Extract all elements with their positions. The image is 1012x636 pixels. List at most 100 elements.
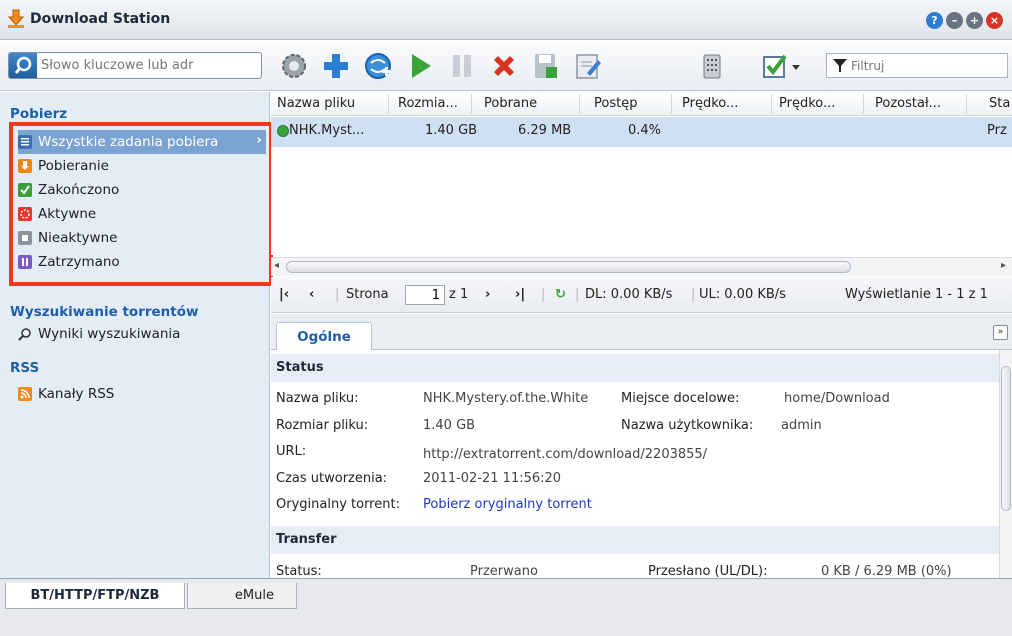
minimize-icon[interactable]: –: [946, 12, 963, 29]
sidebar-item-search-results[interactable]: Wyniki wyszukiwania: [18, 322, 266, 346]
user-label: Nazwa użytkownika:: [621, 418, 754, 433]
display-count: Wyświetlanie 1 - 1 z 1: [845, 287, 988, 302]
table-row[interactable]: NHK.Myst... 1.40 GB 6.29 MB 0.4% Prz: [271, 117, 1012, 147]
scroll-right-icon[interactable]: ▸: [1001, 260, 1006, 271]
vertical-scrollbar[interactable]: [999, 350, 1012, 578]
file-size-label: Rozmiar pliku:: [276, 418, 369, 433]
last-page-icon[interactable]: ›|: [515, 287, 525, 302]
column-header-status[interactable]: Sta: [989, 96, 1010, 111]
sidebar-item-label: Wyniki wyszukiwania: [38, 326, 181, 342]
list-icon: [18, 135, 32, 149]
prev-page-icon[interactable]: ‹: [309, 287, 314, 302]
check-icon: [18, 183, 32, 197]
user-value: admin: [781, 418, 822, 433]
horizontal-scrollbar[interactable]: ◂ ▸: [271, 257, 1012, 276]
seeding-status-icon: [277, 125, 289, 137]
transfer-status-value: Przerwano: [470, 564, 538, 578]
file-name-value: NHK.Mystery.of.the.White: [423, 391, 589, 406]
sidebar-item-label: Nieaktywne: [38, 230, 118, 246]
maximize-icon[interactable]: +: [966, 12, 983, 29]
bottom-tab-bar: BT/HTTP/FTP/NZB eMule: [0, 578, 1012, 636]
destination-value: home/Download: [784, 391, 890, 406]
refresh-icon[interactable]: ↻: [555, 287, 566, 302]
url-value: http://extratorrent.com/download/2203855…: [423, 447, 708, 462]
cell-size: 1.40 GB: [425, 123, 478, 138]
select-all-icon[interactable]: [760, 48, 806, 84]
page-input[interactable]: [405, 285, 445, 305]
cell-name: NHK.Myst...: [289, 123, 365, 138]
column-header-size[interactable]: Rozmia...: [398, 96, 458, 111]
search-icon[interactable]: [9, 53, 37, 78]
detail-tabs: Ogólne »: [271, 314, 1012, 351]
rss-icon: [18, 387, 32, 401]
scrollbar-thumb[interactable]: [286, 261, 851, 273]
sidebar-section-rss: RSS: [10, 360, 40, 376]
sidebar-item-label: Wszystkie zadania pobiera: [38, 134, 219, 150]
tab-bt-http-ftp-nzb[interactable]: BT/HTTP/FTP/NZB: [5, 583, 185, 609]
search-box[interactable]: [8, 52, 262, 79]
download-icon: [18, 159, 32, 173]
sidebar: Pobierz Wszystkie zadania pobiera › Pobi…: [0, 92, 270, 578]
sidebar-item-label: Zatrzymano: [38, 254, 120, 270]
grid-header: Nazwa pliku Rozmia... Pobrane Postęp Prę…: [271, 92, 1012, 116]
search-input[interactable]: [41, 56, 257, 75]
sidebar-item-paused[interactable]: Zatrzymano: [18, 250, 266, 274]
column-header-dl-speed[interactable]: Prędko...: [682, 96, 738, 111]
sidebar-item-label: Pobieranie: [38, 158, 109, 174]
page-label: Strona: [346, 287, 389, 302]
settings-icon[interactable]: [276, 48, 312, 84]
filter-input[interactable]: [851, 57, 1001, 75]
detail-panel: Status Nazwa pliku: NHK.Mystery.of.the.W…: [271, 350, 999, 578]
sidebar-item-label: Kanały RSS: [38, 386, 115, 402]
help-icon[interactable]: ?: [926, 12, 943, 29]
next-page-icon[interactable]: ›: [485, 287, 490, 302]
collapse-icon[interactable]: »: [993, 325, 1008, 340]
magnifier-icon: [18, 327, 32, 341]
add-icon[interactable]: [318, 48, 354, 84]
filter-icon: [833, 59, 847, 72]
chevron-right-icon: ›: [256, 132, 262, 148]
resume-icon[interactable]: [402, 48, 438, 84]
transfer-status-label: Status:: [276, 564, 322, 578]
scroll-left-icon[interactable]: ◂: [274, 260, 279, 271]
clear-completed-icon[interactable]: [694, 48, 730, 84]
created-value: 2011-02-21 11:56:20: [423, 471, 562, 486]
sidebar-item-completed[interactable]: Zakończono: [18, 178, 266, 202]
cell-status: Prz: [987, 123, 1007, 138]
toolbar: [0, 41, 1012, 91]
scrollbar-thumb[interactable]: [1001, 366, 1011, 511]
sidebar-section-download: Pobierz: [10, 106, 68, 122]
delete-icon[interactable]: [486, 48, 522, 84]
column-header-progress[interactable]: Postęp: [594, 96, 637, 111]
add-url-icon[interactable]: [360, 48, 396, 84]
url-label: URL:: [276, 444, 307, 459]
tab-emule[interactable]: eMule: [187, 583, 297, 609]
torrent-label: Oryginalny torrent:: [276, 497, 400, 512]
sidebar-item-label: Aktywne: [38, 206, 97, 222]
column-header-name[interactable]: Nazwa pliku: [277, 96, 355, 111]
title-bar: Download Station ? – + ×: [0, 0, 1012, 40]
window-title: Download Station: [30, 11, 171, 27]
pause-icon[interactable]: [444, 48, 480, 84]
sidebar-item-downloading[interactable]: Pobieranie: [18, 154, 266, 178]
sidebar-item-active[interactable]: Aktywne: [18, 202, 266, 226]
filter-box[interactable]: [826, 53, 1008, 78]
column-header-downloaded[interactable]: Pobrane: [484, 96, 537, 111]
ul-speed: UL: 0.00 KB/s: [699, 287, 786, 302]
first-page-icon[interactable]: |‹: [279, 287, 289, 302]
created-label: Czas utworzenia:: [276, 471, 388, 486]
sidebar-item-rss-feeds[interactable]: Kanały RSS: [18, 382, 266, 406]
edit-icon[interactable]: [570, 48, 606, 84]
grid-body: [271, 147, 1012, 255]
close-icon[interactable]: ×: [986, 12, 1003, 29]
sidebar-item-label: Zakończono: [38, 182, 120, 198]
sidebar-item-all-tasks[interactable]: Wszystkie zadania pobiera ›: [18, 130, 266, 154]
file-name-label: Nazwa pliku:: [276, 391, 359, 406]
column-header-ul-speed[interactable]: Prędko...: [779, 96, 835, 111]
download-torrent-link[interactable]: Pobierz oryginalny torrent: [423, 497, 592, 512]
column-header-remaining[interactable]: Pozostał...: [875, 96, 941, 111]
tab-general[interactable]: Ogólne: [276, 322, 372, 351]
sidebar-item-inactive[interactable]: Nieaktywne: [18, 226, 266, 250]
save-icon[interactable]: [528, 48, 564, 84]
transferred-label: Przesłano (UL/DL):: [648, 564, 768, 578]
